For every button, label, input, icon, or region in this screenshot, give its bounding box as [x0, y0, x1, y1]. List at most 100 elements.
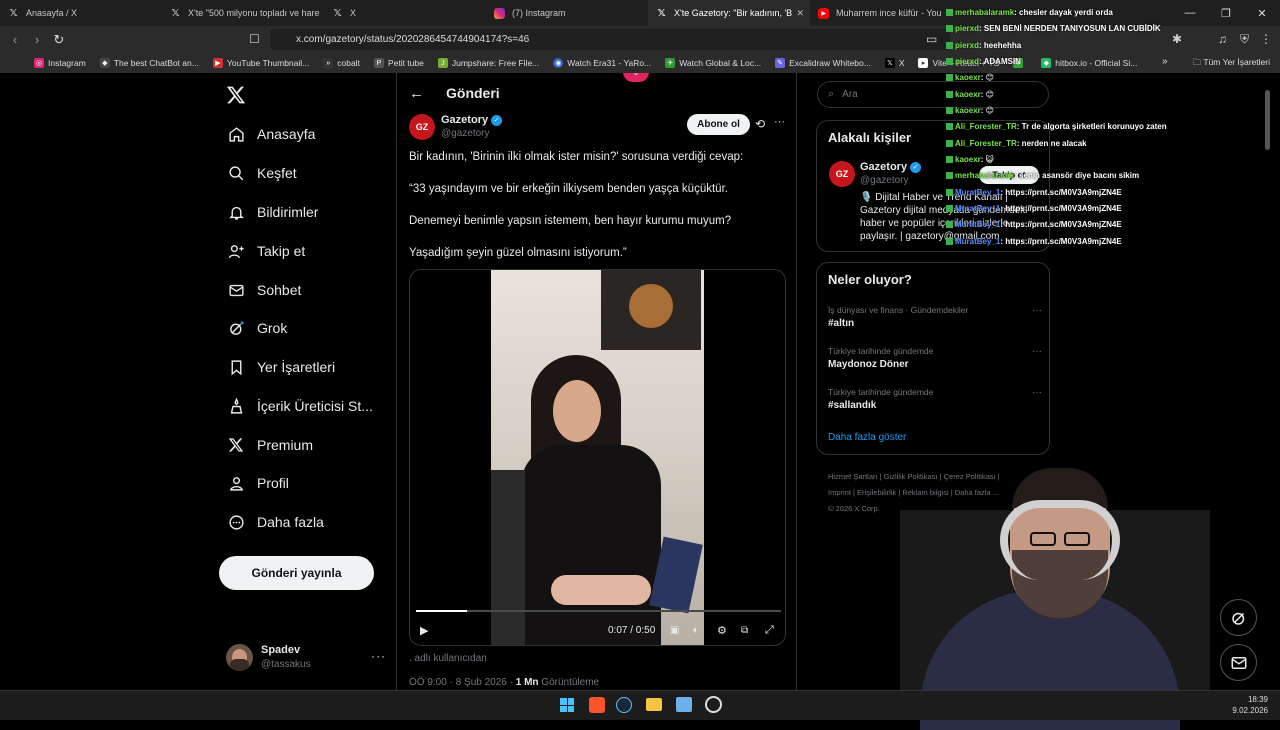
chat-username[interactable]: merhabalaramk: [955, 171, 1014, 180]
extensions-icon[interactable]: ✱: [1172, 32, 1182, 46]
chat-username[interactable]: pierxd: [955, 57, 979, 66]
trend-item[interactable]: Türkiye tarihinde gündemde Maydonoz Döne…: [828, 346, 1042, 370]
post-button[interactable]: Gönderi yayınla: [219, 556, 374, 590]
bookmark-item[interactable]: J Jumpshare: Free File...: [437, 58, 539, 68]
footer-link[interactable]: Imprint: [828, 488, 851, 497]
forward-icon[interactable]: ›: [26, 32, 48, 47]
system-clock[interactable]: 18:39 9.02.2026: [1232, 694, 1268, 716]
sidebar-item-follow[interactable]: Takip et: [227, 242, 305, 260]
chat-username[interactable]: pierxd: [955, 24, 979, 33]
trend-more-icon[interactable]: ···: [1032, 387, 1042, 398]
chat-badge-icon: [946, 91, 953, 99]
sidebar-item-creator-studio[interactable]: İçerik Üreticisi St...: [227, 397, 373, 415]
chat-username[interactable]: MuratBey_1: [955, 204, 1000, 213]
windows-start-icon[interactable]: [560, 698, 574, 712]
sidebar-item-home[interactable]: Anasayfa: [227, 125, 315, 143]
close-window-icon[interactable]: ✕: [1244, 7, 1280, 20]
footer-link[interactable]: Erişilebilirlik: [857, 488, 896, 497]
scrollbar[interactable]: [1265, 90, 1270, 150]
bookmark-item[interactable]: ◆ The best ChatBot an...: [99, 58, 199, 68]
bookmark-item[interactable]: 𝕏X: [884, 58, 904, 68]
chat-username[interactable]: Ali_Forester_TR: [955, 139, 1017, 148]
post-more-icon[interactable]: ···: [774, 116, 785, 128]
bookmark-item[interactable]: ✎ Excalidraw Whitebo...: [775, 58, 871, 68]
show-more-link[interactable]: Daha fazla göster: [828, 432, 906, 443]
chat-username[interactable]: merhabalaramk: [955, 8, 1014, 17]
chat-username[interactable]: pierxd: [955, 41, 979, 50]
search-box[interactable]: ⌕ Ara: [817, 81, 1049, 108]
sidebar-item-more[interactable]: Daha fazla: [227, 513, 324, 531]
chat-username[interactable]: Ali_Forester_TR: [955, 122, 1017, 131]
brave-icon[interactable]: [589, 697, 605, 713]
tab-x[interactable]: 𝕏X: [324, 0, 486, 26]
sidebar-item-premium[interactable]: Premium: [227, 436, 313, 454]
chat-username[interactable]: MuratBey_1: [955, 220, 1000, 229]
bookmark-item[interactable]: ◎ Instagram: [34, 58, 86, 68]
chat-username[interactable]: kaoexr: [955, 90, 981, 99]
play-icon[interactable]: ▶: [420, 624, 428, 637]
related-avatar[interactable]: GZ: [829, 161, 855, 187]
file-explorer-icon[interactable]: [646, 698, 662, 711]
chat-username[interactable]: kaoexr: [955, 106, 981, 115]
all-bookmarks[interactable]: 🗀 Tüm Yer İşaretleri: [1193, 57, 1270, 71]
sidebar-item-chat[interactable]: Sohbet: [227, 281, 301, 299]
bookmark-item[interactable]: ◆ hitbox.io - Official Si...: [1041, 58, 1137, 68]
back-arrow-icon[interactable]: ←: [409, 85, 424, 102]
back-icon[interactable]: ‹: [4, 32, 26, 47]
bookmark-item[interactable]: ✈ Watch Global & Loc...: [665, 58, 761, 68]
more-bookmarks-icon[interactable]: »: [1162, 56, 1168, 67]
maximize-icon[interactable]: ❐: [1208, 7, 1244, 20]
bookmark-item[interactable]: » cobalt: [323, 58, 360, 68]
tab-instagram[interactable]: (7) Instagram: [486, 0, 648, 26]
bookmark-item[interactable]: ▶ YouTube Thumbnail...: [212, 58, 309, 68]
account-more-icon[interactable]: ···: [371, 649, 386, 663]
grok-explain-icon[interactable]: ⟲: [755, 117, 765, 131]
sidebar-item-bookmarks[interactable]: Yer İşaretleri: [227, 358, 335, 376]
user-avatar[interactable]: [226, 644, 253, 671]
shield-icon[interactable]: ⛨: [1240, 32, 1249, 47]
sidebar-item-notifications[interactable]: Bildirimler: [227, 203, 318, 221]
x-logo[interactable]: [226, 85, 246, 110]
sidebar-item-profile[interactable]: Profil: [227, 474, 289, 492]
bookmark-item[interactable]: P Petit tube: [373, 58, 424, 68]
chat-username[interactable]: MuratBey_1: [955, 188, 1000, 197]
trend-more-icon[interactable]: ···: [1032, 346, 1042, 357]
bookmark-page-icon[interactable]: ☐: [249, 32, 260, 46]
steam-icon[interactable]: [616, 697, 632, 713]
fullscreen-icon[interactable]: ⤢: [765, 624, 774, 637]
reload-icon[interactable]: ↻: [48, 32, 70, 48]
chat-username[interactable]: kaoexr: [955, 155, 981, 164]
captions-icon[interactable]: ▣: [670, 625, 679, 636]
trend-item[interactable]: İş dünyası ve finans · Gündemdekiler #al…: [828, 305, 1042, 329]
video-player[interactable]: ▶ 0:07 / 0:50 ▣ 🔈︎ ⚙ ⧉ ⤢: [409, 269, 786, 646]
footer-link[interactable]: Hizmet Şartları: [828, 472, 878, 481]
trend-more-icon[interactable]: ···: [1032, 305, 1042, 316]
tab-post-1[interactable]: 𝕏 X'te "500 milyonu topladı ve hare: [162, 0, 324, 26]
sidebar-item-explore[interactable]: Keşfet: [227, 164, 297, 182]
settings-icon[interactable]: ⚙: [717, 624, 727, 637]
subscribe-button[interactable]: Abone ol: [687, 114, 750, 135]
chat-username[interactable]: MuratBey_1: [955, 237, 1000, 246]
obs-icon[interactable]: [705, 696, 722, 713]
music-icon[interactable]: ♫: [1218, 32, 1227, 46]
close-tab-icon[interactable]: ✕: [796, 8, 804, 19]
menu-icon[interactable]: ⋮: [1260, 32, 1272, 46]
author-name[interactable]: Gazetory ✓: [441, 114, 503, 126]
grok-fab[interactable]: [1220, 599, 1257, 636]
volume-icon[interactable]: 🔈︎: [693, 625, 699, 636]
photos-icon[interactable]: [676, 697, 692, 712]
tab-home[interactable]: 𝕏 Anasayfa / X: [0, 0, 162, 26]
bookmark-item[interactable]: ◉ Watch Era31 - YaRo...: [553, 58, 651, 68]
author-avatar[interactable]: GZ: [409, 114, 435, 140]
messages-fab[interactable]: [1220, 644, 1257, 681]
tab-gazetory[interactable]: 𝕏 X'te Gazetory: "Bir kadının, 'B ✕: [648, 0, 810, 26]
pip-icon[interactable]: ⧉: [741, 625, 748, 636]
sidebar-item-grok[interactable]: Grok: [227, 319, 287, 337]
chat-username[interactable]: kaoexr: [955, 73, 981, 82]
trend-item[interactable]: Türkiye tarihinde gündemde #sallandık ··…: [828, 387, 1042, 411]
video-progress-track[interactable]: [416, 610, 781, 612]
cast-icon[interactable]: ▭: [926, 32, 937, 46]
url-bar[interactable]: x.com/gazetory/status/202028645474490417…: [270, 29, 950, 50]
minimize-icon[interactable]: —: [1172, 7, 1208, 19]
related-name[interactable]: Gazetory ✓: [860, 161, 922, 173]
